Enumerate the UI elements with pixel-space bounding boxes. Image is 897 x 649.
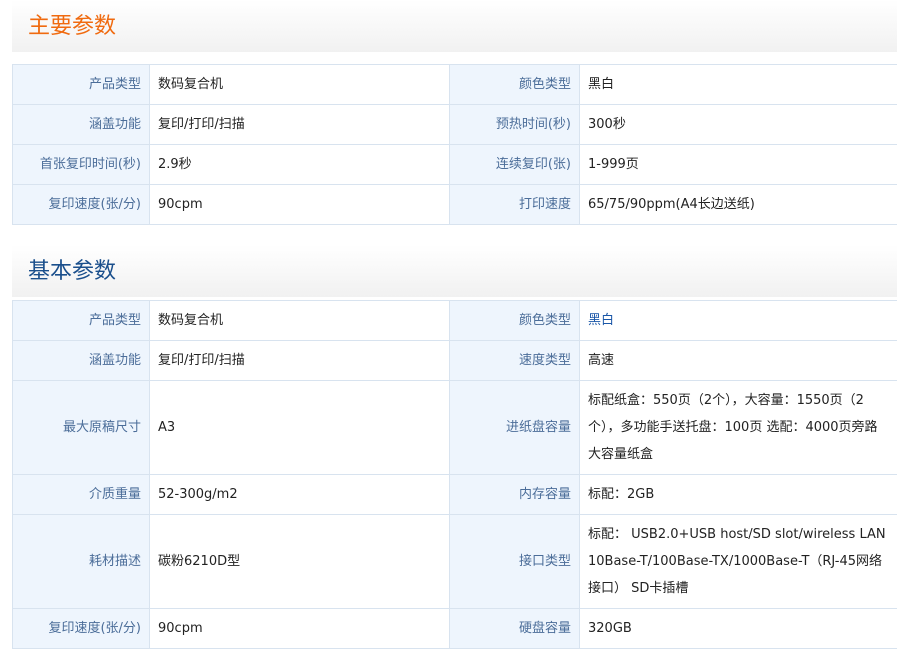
basic-params-table: 产品类型 数码复合机 颜色类型 黑白 涵盖功能 复印/打印/扫描 速度类型 高速… [12, 300, 897, 649]
spec-label: 速度类型 [450, 341, 580, 381]
spec-label: 最大原稿尺寸 [13, 381, 150, 475]
spec-label: 首张复印时间(秒) [13, 145, 150, 185]
spec-label: 连续复印(张) [450, 145, 580, 185]
table-row: 耗材描述 碳粉6210D型 接口类型 标配： USB2.0+USB host/S… [13, 515, 897, 609]
spec-label: 耗材描述 [13, 515, 150, 609]
spec-value: 300秒 [580, 105, 897, 145]
spec-value: 52-300g/m2 [150, 475, 450, 515]
spec-value: 90cpm [150, 185, 450, 225]
spec-value: 复印/打印/扫描 [150, 341, 450, 381]
spec-label: 打印速度 [450, 185, 580, 225]
spec-value: 数码复合机 [150, 65, 450, 105]
spec-value: 高速 [580, 341, 897, 381]
table-row: 复印速度(张/分) 90cpm 打印速度 65/75/90ppm(A4长边送纸) [13, 185, 897, 225]
spec-label: 产品类型 [13, 65, 150, 105]
spec-value: 标配：2GB [580, 475, 897, 515]
spec-label: 涵盖功能 [13, 105, 150, 145]
spec-value: 标配： USB2.0+USB host/SD slot/wireless LAN… [580, 515, 897, 609]
color-type-link[interactable]: 黑白 [580, 301, 897, 341]
spec-value: 碳粉6210D型 [150, 515, 450, 609]
main-params-header: 主要参数 [12, 0, 897, 52]
spec-value: 数码复合机 [150, 301, 450, 341]
spec-label: 预热时间(秒) [450, 105, 580, 145]
main-params-table: 产品类型 数码复合机 颜色类型 黑白 涵盖功能 复印/打印/扫描 预热时间(秒)… [12, 64, 897, 225]
spec-value: 65/75/90ppm(A4长边送纸) [580, 185, 897, 225]
spec-value: A3 [150, 381, 450, 475]
spec-label: 颜色类型 [450, 65, 580, 105]
spec-value: 2.9秒 [150, 145, 450, 185]
spec-label: 颜色类型 [450, 301, 580, 341]
table-row: 首张复印时间(秒) 2.9秒 连续复印(张) 1-999页 [13, 145, 897, 185]
table-row: 涵盖功能 复印/打印/扫描 预热时间(秒) 300秒 [13, 105, 897, 145]
spec-label: 进纸盘容量 [450, 381, 580, 475]
spec-label: 接口类型 [450, 515, 580, 609]
table-row: 产品类型 数码复合机 颜色类型 黑白 [13, 65, 897, 105]
spec-label: 复印速度(张/分) [13, 185, 150, 225]
table-row: 最大原稿尺寸 A3 进纸盘容量 标配纸盒：550页（2个），大容量：1550页（… [13, 381, 897, 475]
main-params-title: 主要参数 [28, 8, 116, 40]
basic-params-header: 基本参数 [12, 245, 897, 297]
basic-params-title: 基本参数 [28, 253, 116, 285]
spec-value: 复印/打印/扫描 [150, 105, 450, 145]
spec-label: 产品类型 [13, 301, 150, 341]
table-row: 涵盖功能 复印/打印/扫描 速度类型 高速 [13, 341, 897, 381]
spec-label: 涵盖功能 [13, 341, 150, 381]
spec-value: 1-999页 [580, 145, 897, 185]
spec-value: 标配纸盒：550页（2个），大容量：1550页（2个），多功能手送托盘：100页… [580, 381, 897, 475]
table-row: 产品类型 数码复合机 颜色类型 黑白 [13, 301, 897, 341]
spec-label: 内存容量 [450, 475, 580, 515]
table-row: 介质重量 52-300g/m2 内存容量 标配：2GB [13, 475, 897, 515]
spec-label: 介质重量 [13, 475, 150, 515]
spec-value: 黑白 [580, 65, 897, 105]
